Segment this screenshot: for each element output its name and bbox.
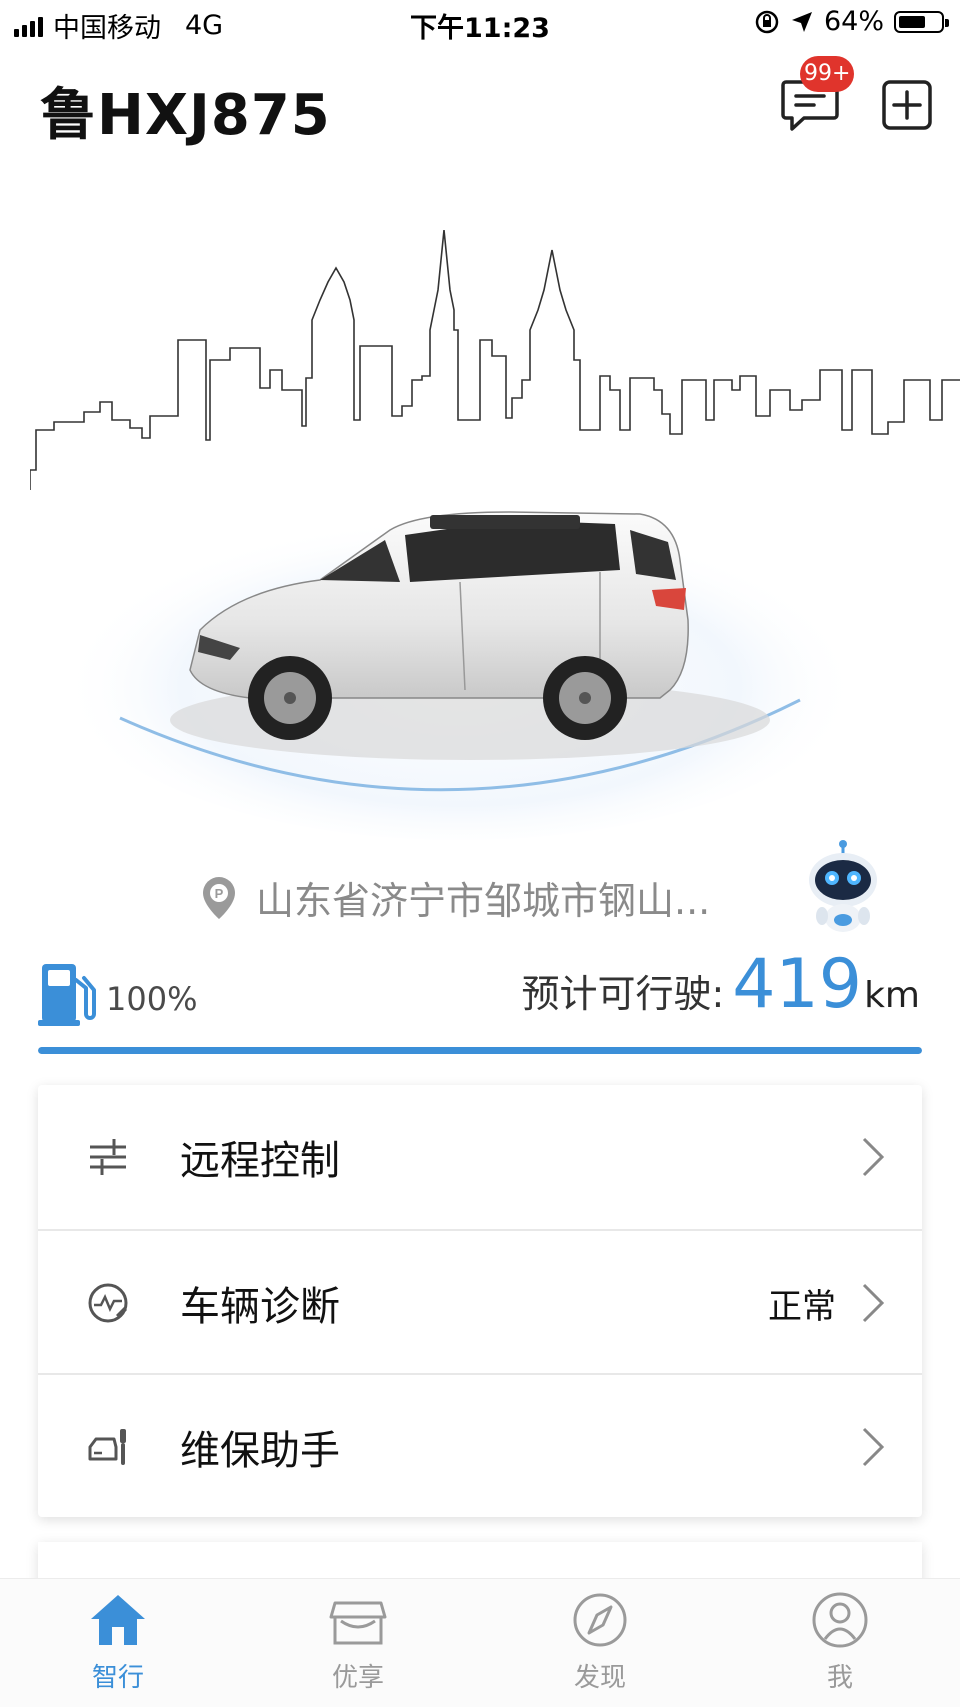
location-arrow-icon [791,11,812,32]
map-pin-icon: P [203,876,235,919]
range-label: 预计可行驶: [521,972,725,1016]
tab-faxian[interactable]: 发现 [540,1589,660,1694]
diagnosis-status: 正常 [768,1286,836,1327]
home-icon [91,1595,145,1645]
city-skyline-illustration [30,230,960,490]
tab-label: 我 [826,1663,853,1693]
tab-label: 发现 [573,1663,626,1693]
menu-item-label: 维保助手 [180,1428,340,1474]
chevron-right-icon [862,1427,885,1467]
menu-item-remote-control[interactable]: 远程控制 [38,1085,922,1229]
fuel-pump-icon [38,964,96,1026]
chevron-right-icon [862,1137,885,1177]
fuel-level-bar [38,1047,922,1054]
diagnosis-gauge-icon [88,1283,128,1323]
tab-label: 优享 [331,1663,384,1693]
car-maintenance-icon [88,1429,126,1465]
vehicle-image [60,500,860,840]
add-icon[interactable] [882,80,932,130]
battery-percent: 64% [823,6,884,37]
message-count-badge: 99+ [800,56,855,92]
vehicle-menu-card: 远程控制 车辆诊断 正常 维保助手 [38,1085,922,1517]
menu-item-label: 远程控制 [180,1138,340,1184]
tab-youxiang[interactable]: 优享 [298,1589,418,1694]
battery-icon [894,10,949,33]
tab-zhixing[interactable]: 智行 [58,1589,178,1694]
license-plate-title: 鲁HXJ875 [40,83,331,148]
robot-assistant-icon[interactable] [802,840,884,938]
estimated-range: 预计可行驶: 419 km [521,945,920,1024]
user-icon [812,1592,868,1648]
clock: 下午11:23 [410,13,550,44]
sliders-icon [90,1139,126,1175]
tab-label: 智行 [91,1663,144,1693]
menu-item-vehicle-diagnosis[interactable]: 车辆诊断 正常 [38,1231,922,1375]
fuel-percentage: 100% [106,980,198,1018]
menu-item-label: 车辆诊断 [180,1284,340,1330]
chevron-right-icon [862,1283,885,1323]
bottom-tab-bar: 智行 优享 发现 我 [0,1578,960,1707]
store-icon [329,1601,387,1645]
vehicle-location[interactable]: P 山东省济宁市邹城市钢山... [200,870,710,925]
range-value: 419 [732,945,863,1024]
tab-wo[interactable]: 我 [780,1589,900,1694]
location-address: 山东省济宁市邹城市钢山... [256,879,711,923]
menu-item-maintenance-assistant[interactable]: 维保助手 [38,1375,922,1519]
status-bar: 中国移动 4G 下午11:23 64% [0,0,960,48]
range-unit: km [864,975,920,1016]
compass-icon [573,1593,627,1647]
svg-text:P: P [215,886,224,901]
fuel-level-fill [38,1047,922,1054]
rotation-lock-icon [755,10,779,33]
